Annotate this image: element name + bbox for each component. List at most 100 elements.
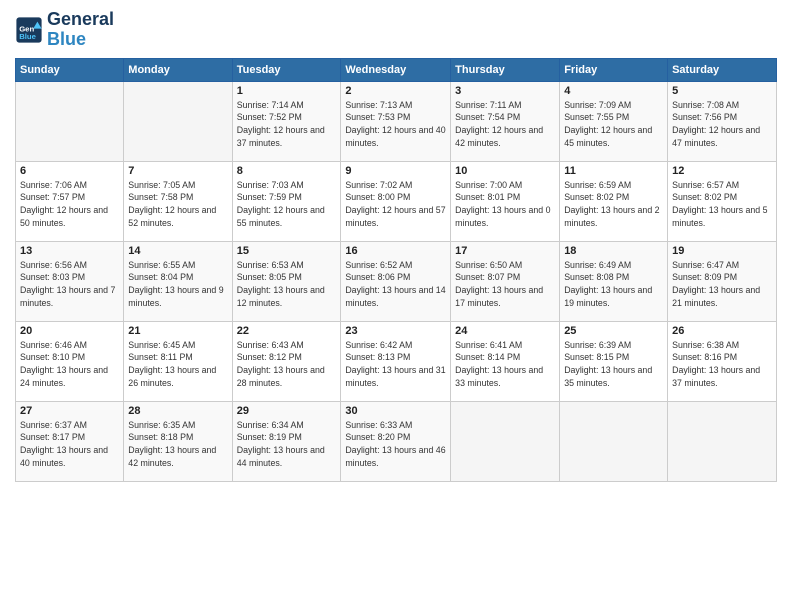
- day-number: 28: [128, 405, 227, 417]
- calendar-cell-empty: [16, 81, 124, 161]
- logo-icon: Gen Blue: [15, 16, 43, 44]
- calendar-cell-28: 28 Sunrise: 6:35 AM Sunset: 8:18 PM Dayli…: [124, 401, 232, 481]
- calendar-cell-29: 29 Sunrise: 6:34 AM Sunset: 8:19 PM Dayli…: [232, 401, 341, 481]
- day-number: 1: [237, 85, 337, 97]
- calendar-cell-21: 21Sunrise: 6:45 AM Sunset: 8:11 PM Dayli…: [124, 321, 232, 401]
- day-number: 17: [455, 245, 555, 257]
- calendar-cell-1: 1 Sunrise: 7:14 AM Sunset: 7:52 PM Daylig…: [232, 81, 341, 161]
- day-info: Sunrise: 6:33 AM Sunset: 8:20 PM Dayligh…: [345, 419, 446, 470]
- day-info: Sunrise: 7:14 AM Sunset: 7:52 PM Dayligh…: [237, 99, 337, 150]
- calendar-cell-7: 7 Sunrise: 7:05 AM Sunset: 7:58 PM Daylig…: [124, 161, 232, 241]
- day-number: 26: [672, 325, 772, 337]
- day-info: Sunrise: 7:02 AM Sunset: 8:00 PM Dayligh…: [345, 179, 446, 230]
- weekday-header-row: SundayMondayTuesdayWednesdayThursdayFrid…: [16, 58, 777, 81]
- calendar-cell-20: 20 Sunrise: 6:46 AM Sunset: 8:10 PM Dayli…: [16, 321, 124, 401]
- day-number: 30: [345, 405, 446, 417]
- day-info: Sunrise: 7:09 AM Sunset: 7:55 PM Dayligh…: [564, 99, 663, 150]
- day-info: Sunrise: 6:57 AM Sunset: 8:02 PM Dayligh…: [672, 179, 772, 230]
- day-number: 3: [455, 85, 555, 97]
- day-number: 14: [128, 245, 227, 257]
- day-number: 25: [564, 325, 663, 337]
- header: Gen Blue General Blue: [15, 10, 777, 50]
- day-info: Sunrise: 6:50 AM Sunset: 8:07 PM Dayligh…: [455, 259, 555, 310]
- calendar-cell-23: 23 Sunrise: 6:42 AM Sunset: 8:13 PM Dayli…: [341, 321, 451, 401]
- day-info: Sunrise: 6:35 AM Sunset: 8:18 PM Dayligh…: [128, 419, 227, 470]
- logo-general: General: [47, 9, 114, 29]
- logo-text: General Blue: [47, 10, 114, 50]
- calendar-cell-26: 26 Sunrise: 6:38 AM Sunset: 8:16 PM Dayli…: [668, 321, 777, 401]
- day-info: Sunrise: 7:11 AM Sunset: 7:54 PM Dayligh…: [455, 99, 555, 150]
- calendar-cell-4: 4 Sunrise: 7:09 AM Sunset: 7:55 PM Daylig…: [560, 81, 668, 161]
- week-row-0: 1 Sunrise: 7:14 AM Sunset: 7:52 PM Daylig…: [16, 81, 777, 161]
- day-info: Sunrise: 6:52 AM Sunset: 8:06 PM Dayligh…: [345, 259, 446, 310]
- day-number: 4: [564, 85, 663, 97]
- calendar-cell-3: 3 Sunrise: 7:11 AM Sunset: 7:54 PM Daylig…: [451, 81, 560, 161]
- day-number: 20: [20, 325, 119, 337]
- weekday-header-sunday: Sunday: [16, 58, 124, 81]
- weekday-header-thursday: Thursday: [451, 58, 560, 81]
- calendar-cell-empty: [668, 401, 777, 481]
- day-number: 12: [672, 165, 772, 177]
- day-info: Sunrise: 7:00 AM Sunset: 8:01 PM Dayligh…: [455, 179, 555, 230]
- day-info: Sunrise: 6:43 AM Sunset: 8:12 PM Dayligh…: [237, 339, 337, 390]
- calendar-cell-19: 19Sunrise: 6:47 AM Sunset: 8:09 PM Dayli…: [668, 241, 777, 321]
- calendar-cell-13: 13 Sunrise: 6:56 AM Sunset: 8:03 PM Dayli…: [16, 241, 124, 321]
- day-number: 6: [20, 165, 119, 177]
- calendar-cell-9: 9Sunrise: 7:02 AM Sunset: 8:00 PM Daylig…: [341, 161, 451, 241]
- calendar-cell-27: 27 Sunrise: 6:37 AM Sunset: 8:17 PM Dayli…: [16, 401, 124, 481]
- day-info: Sunrise: 6:49 AM Sunset: 8:08 PM Dayligh…: [564, 259, 663, 310]
- day-info: Sunrise: 6:38 AM Sunset: 8:16 PM Dayligh…: [672, 339, 772, 390]
- week-row-3: 20 Sunrise: 6:46 AM Sunset: 8:10 PM Dayli…: [16, 321, 777, 401]
- day-number: 23: [345, 325, 446, 337]
- day-number: 27: [20, 405, 119, 417]
- day-info: Sunrise: 6:46 AM Sunset: 8:10 PM Dayligh…: [20, 339, 119, 390]
- logo: Gen Blue General Blue: [15, 10, 114, 50]
- day-info: Sunrise: 6:55 AM Sunset: 8:04 PM Dayligh…: [128, 259, 227, 310]
- calendar-cell-empty: [451, 401, 560, 481]
- week-row-2: 13 Sunrise: 6:56 AM Sunset: 8:03 PM Dayli…: [16, 241, 777, 321]
- calendar-cell-12: 12 Sunrise: 6:57 AM Sunset: 8:02 PM Dayli…: [668, 161, 777, 241]
- day-number: 21: [128, 325, 227, 337]
- calendar-cell-10: 10Sunrise: 7:00 AM Sunset: 8:01 PM Dayli…: [451, 161, 560, 241]
- weekday-header-saturday: Saturday: [668, 58, 777, 81]
- day-number: 8: [237, 165, 337, 177]
- day-info: Sunrise: 6:56 AM Sunset: 8:03 PM Dayligh…: [20, 259, 119, 310]
- calendar-cell-16: 16 Sunrise: 6:52 AM Sunset: 8:06 PM Dayli…: [341, 241, 451, 321]
- week-row-4: 27 Sunrise: 6:37 AM Sunset: 8:17 PM Dayli…: [16, 401, 777, 481]
- day-info: Sunrise: 6:59 AM Sunset: 8:02 PM Dayligh…: [564, 179, 663, 230]
- day-info: Sunrise: 6:42 AM Sunset: 8:13 PM Dayligh…: [345, 339, 446, 390]
- day-info: Sunrise: 7:06 AM Sunset: 7:57 PM Dayligh…: [20, 179, 119, 230]
- calendar-cell-25: 25Sunrise: 6:39 AM Sunset: 8:15 PM Dayli…: [560, 321, 668, 401]
- day-info: Sunrise: 6:34 AM Sunset: 8:19 PM Dayligh…: [237, 419, 337, 470]
- weekday-header-wednesday: Wednesday: [341, 58, 451, 81]
- day-info: Sunrise: 6:47 AM Sunset: 8:09 PM Dayligh…: [672, 259, 772, 310]
- calendar-cell-22: 22Sunrise: 6:43 AM Sunset: 8:12 PM Dayli…: [232, 321, 341, 401]
- logo-blue: Blue: [47, 29, 86, 49]
- day-number: 13: [20, 245, 119, 257]
- calendar-cell-15: 15 Sunrise: 6:53 AM Sunset: 8:05 PM Dayli…: [232, 241, 341, 321]
- day-number: 7: [128, 165, 227, 177]
- day-number: 29: [237, 405, 337, 417]
- calendar-cell-18: 18Sunrise: 6:49 AM Sunset: 8:08 PM Dayli…: [560, 241, 668, 321]
- day-number: 15: [237, 245, 337, 257]
- calendar-cell-17: 17 Sunrise: 6:50 AM Sunset: 8:07 PM Dayli…: [451, 241, 560, 321]
- day-info: Sunrise: 7:05 AM Sunset: 7:58 PM Dayligh…: [128, 179, 227, 230]
- calendar-cell-6: 6 Sunrise: 7:06 AM Sunset: 7:57 PM Daylig…: [16, 161, 124, 241]
- weekday-header-friday: Friday: [560, 58, 668, 81]
- day-number: 5: [672, 85, 772, 97]
- calendar-cell-14: 14 Sunrise: 6:55 AM Sunset: 8:04 PM Dayli…: [124, 241, 232, 321]
- day-info: Sunrise: 6:53 AM Sunset: 8:05 PM Dayligh…: [237, 259, 337, 310]
- calendar-cell-empty: [124, 81, 232, 161]
- day-info: Sunrise: 6:37 AM Sunset: 8:17 PM Dayligh…: [20, 419, 119, 470]
- day-info: Sunrise: 7:08 AM Sunset: 7:56 PM Dayligh…: [672, 99, 772, 150]
- day-info: Sunrise: 7:13 AM Sunset: 7:53 PM Dayligh…: [345, 99, 446, 150]
- day-number: 11: [564, 165, 663, 177]
- weekday-header-tuesday: Tuesday: [232, 58, 341, 81]
- calendar-cell-30: 30 Sunrise: 6:33 AM Sunset: 8:20 PM Dayli…: [341, 401, 451, 481]
- day-number: 16: [345, 245, 446, 257]
- calendar-cell-24: 24Sunrise: 6:41 AM Sunset: 8:14 PM Dayli…: [451, 321, 560, 401]
- day-info: Sunrise: 7:03 AM Sunset: 7:59 PM Dayligh…: [237, 179, 337, 230]
- week-row-1: 6 Sunrise: 7:06 AM Sunset: 7:57 PM Daylig…: [16, 161, 777, 241]
- calendar-cell-5: 5 Sunrise: 7:08 AM Sunset: 7:56 PM Daylig…: [668, 81, 777, 161]
- svg-text:Blue: Blue: [19, 32, 36, 41]
